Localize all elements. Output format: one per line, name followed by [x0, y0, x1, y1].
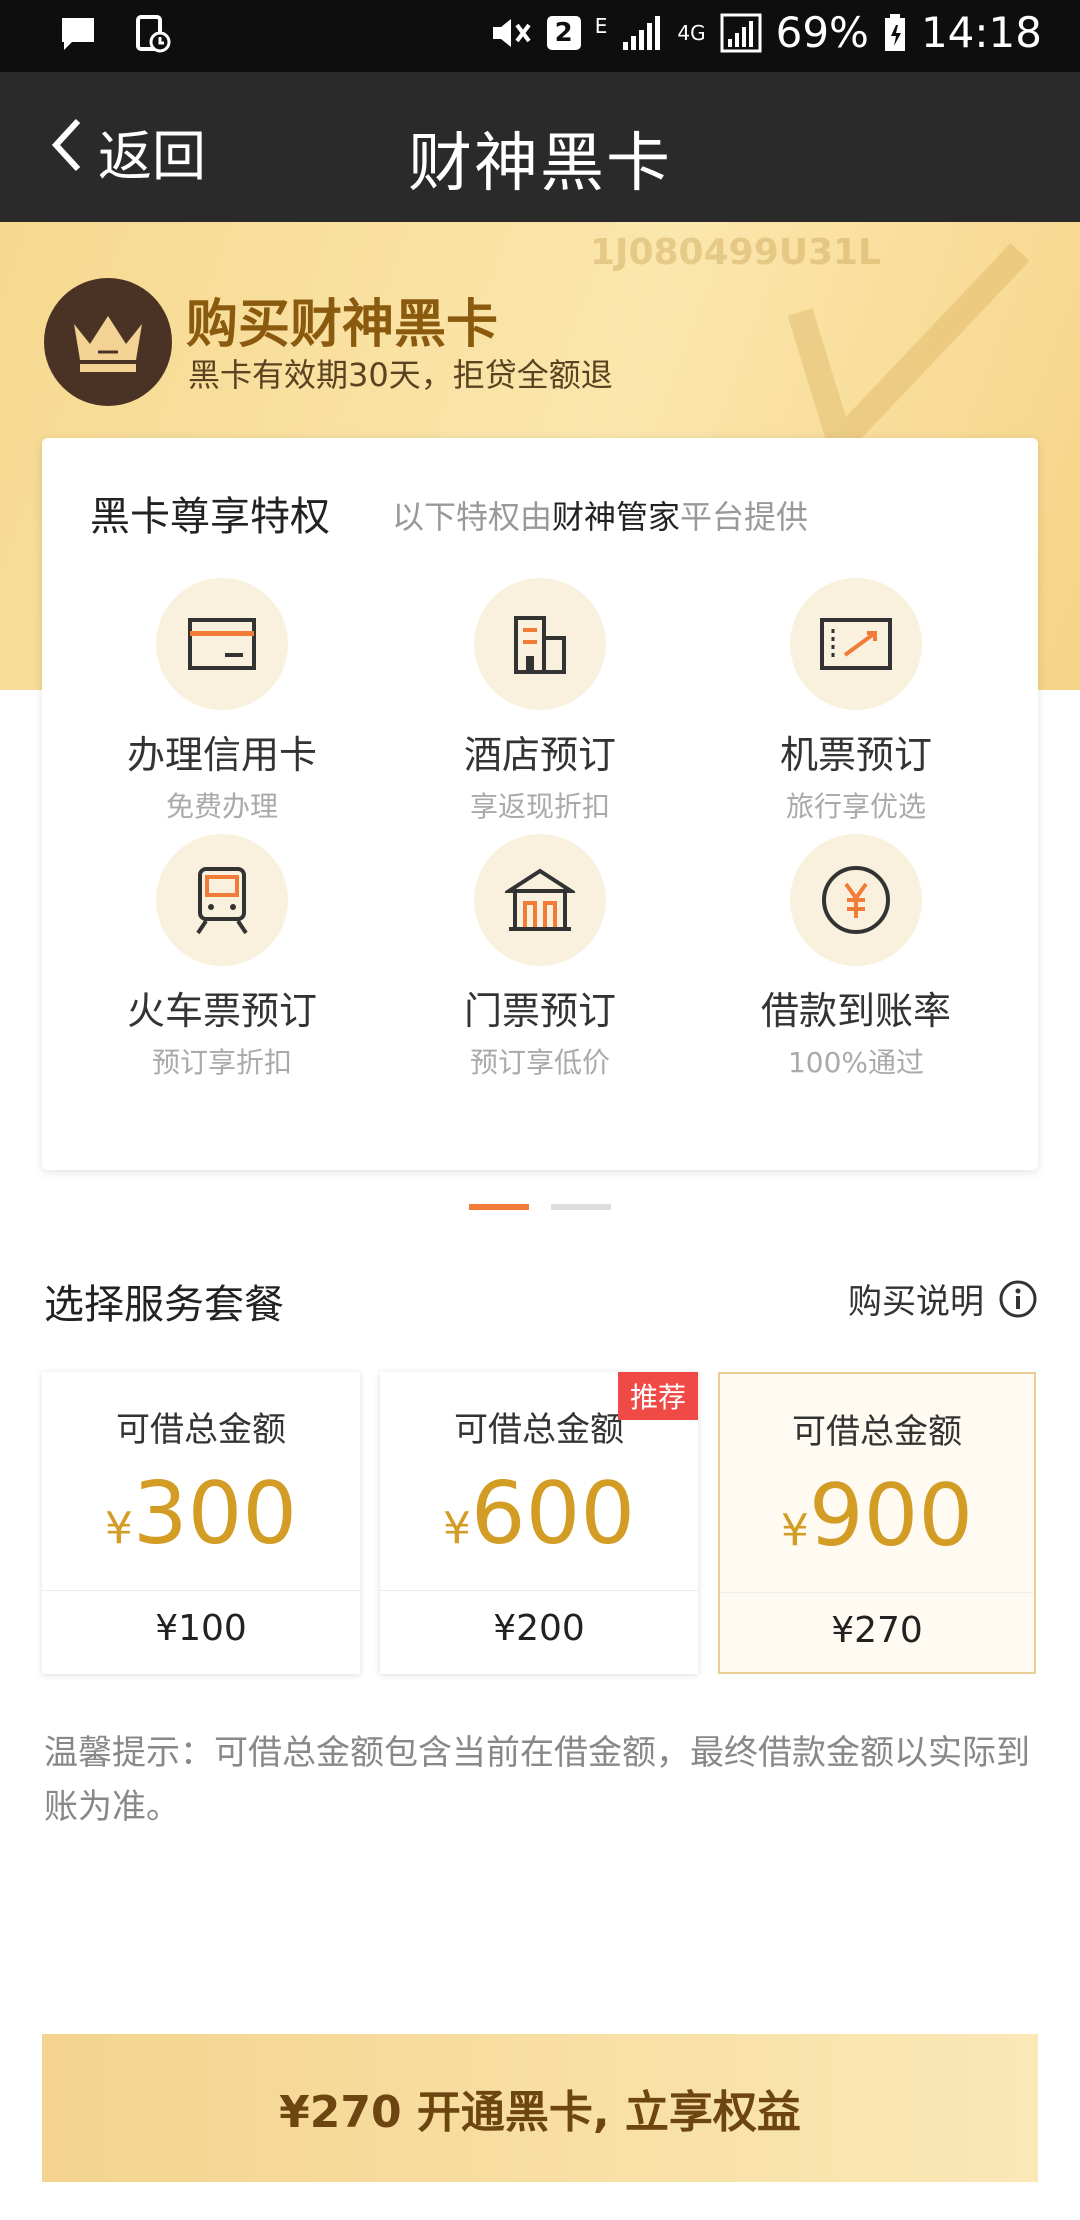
pager-dot-active[interactable]: [469, 1204, 529, 1210]
gate-ticket-icon: [505, 868, 575, 931]
clock: 14:18: [920, 8, 1042, 57]
privilege-name: 门票预订: [463, 989, 616, 1033]
package-amount: ¥600: [380, 1464, 698, 1564]
privileges-subtitle-prefix: 以下特权由: [392, 498, 553, 536]
mute-icon: [489, 13, 533, 53]
battery-percent: 69%: [775, 8, 869, 57]
yuan-coin-icon: [822, 866, 890, 934]
crown-icon: [74, 316, 142, 372]
privilege-name: 借款到账率: [760, 989, 951, 1033]
privilege-desc: 预订享低价: [469, 1046, 610, 1079]
privileges-subtitle: 以下特权由财神管家平台提供: [392, 492, 808, 538]
info-icon: [999, 1280, 1037, 1317]
privilege-desc: 免费办理: [165, 790, 278, 823]
privilege-name: 办理信用卡: [126, 733, 317, 777]
purchase-info-link[interactable]: 购买说明: [848, 1274, 1038, 1323]
sim-badge: 2: [546, 15, 581, 50]
amount-value: 300: [132, 1464, 298, 1564]
package-card[interactable]: 可借总金额 ¥300 ¥100: [42, 1372, 360, 1674]
package-divider: [380, 1590, 698, 1591]
crown-avatar: [44, 278, 172, 406]
privileges-subtitle-suffix: 平台提供: [680, 498, 809, 536]
privileges-platform-name: 财神管家: [552, 498, 681, 536]
package-price: ¥100: [155, 1608, 247, 1649]
activate-black-card-button[interactable]: ¥270 开通黑卡, 立享权益: [42, 2034, 1038, 2182]
privilege-icon-circle: [156, 834, 288, 966]
amount-value: 900: [808, 1466, 974, 1566]
package-card-recommended[interactable]: 可借总金额 推荐 ¥600 ¥200: [380, 1372, 698, 1674]
privilege-desc: 100%通过: [787, 1046, 925, 1079]
privilege-train[interactable]: 火车票预订 预订享折扣: [72, 834, 372, 1081]
credit-card-icon: [188, 618, 256, 670]
privilege-loan-rate[interactable]: 借款到账率 100%通过: [706, 834, 1006, 1081]
signal-icon-2: [720, 13, 762, 53]
privilege-icon-circle: [790, 578, 922, 710]
hero-subtitle: 黑卡有效期30天，拒贷全额退: [188, 356, 613, 394]
privilege-flight[interactable]: 机票预订 旅行享优选: [706, 578, 1006, 825]
pager-dot[interactable]: [551, 1204, 611, 1210]
privilege-icon-circle: [156, 578, 288, 710]
privilege-name: 火车票预订: [126, 989, 317, 1033]
hotel-icon: [514, 616, 566, 674]
privilege-name: 酒店预订: [463, 733, 616, 777]
train-icon: [196, 867, 248, 935]
package-price: ¥200: [493, 1608, 585, 1649]
privileges-title: 黑卡尊享特权: [90, 494, 330, 540]
amount-value: 600: [470, 1464, 636, 1564]
privilege-icon-circle: [474, 834, 606, 966]
privilege-desc: 享返现折扣: [469, 790, 610, 823]
packages-title: 选择服务套餐: [44, 1282, 284, 1328]
package-amount: ¥900: [720, 1466, 1034, 1566]
navigation-bar: 返回 财神黑卡: [0, 72, 1080, 222]
purchase-info-label: 购买说明: [848, 1282, 984, 1322]
privilege-desc: 旅行享优选: [785, 790, 926, 823]
privilege-hotel[interactable]: 酒店预订 享返现折扣: [390, 578, 690, 825]
package-amount: ¥300: [42, 1464, 360, 1564]
signal-icon: [621, 14, 663, 52]
privileges-card: 黑卡尊享特权 以下特权由财神管家平台提供 办理信用卡 免费办理 酒店预订 享返现…: [42, 438, 1038, 1170]
status-right-icons: 2 E 4G 69% 14:18: [489, 8, 1042, 57]
status-bar: 2 E 4G 69% 14:18: [0, 0, 1080, 72]
hero-title: 购买财神黑卡: [186, 295, 499, 355]
page-title: 财神黑卡: [408, 127, 672, 201]
network-4g-label: 4G: [677, 20, 706, 45]
currency-symbol: ¥: [104, 1503, 133, 1554]
status-left-icons: [58, 14, 172, 54]
package-price: ¥270: [831, 1610, 923, 1651]
privilege-desc: 预订享折扣: [151, 1046, 292, 1079]
recommended-badge: 推荐: [617, 1372, 698, 1420]
message-notification-icon: [58, 14, 98, 54]
flight-ticket-icon: [820, 618, 892, 670]
privilege-credit-card[interactable]: 办理信用卡 免费办理: [72, 578, 372, 825]
privilege-gate-ticket[interactable]: 门票预订 预订享低价: [390, 834, 690, 1081]
currency-symbol: ¥: [442, 1503, 471, 1554]
privilege-icon-circle: [790, 834, 922, 966]
package-label: 可借总金额: [116, 1410, 286, 1450]
warm-tip: 温馨提示：可借总金额包含当前在借金额，最终借款金额以实际到账为准。: [44, 1733, 1030, 1827]
package-divider: [720, 1592, 1034, 1593]
privilege-name: 机票预订: [779, 733, 932, 777]
package-card-selected[interactable]: 可借总金额 ¥900 ¥270: [718, 1372, 1036, 1674]
screen-time-icon: [132, 14, 172, 54]
package-divider: [42, 1590, 360, 1591]
package-label: 可借总金额: [792, 1412, 962, 1452]
currency-symbol: ¥: [780, 1505, 809, 1556]
pager-indicator: [0, 1204, 1080, 1210]
privilege-icon-circle: [474, 578, 606, 710]
battery-icon: [883, 13, 907, 53]
network-e-label: E: [594, 14, 608, 38]
